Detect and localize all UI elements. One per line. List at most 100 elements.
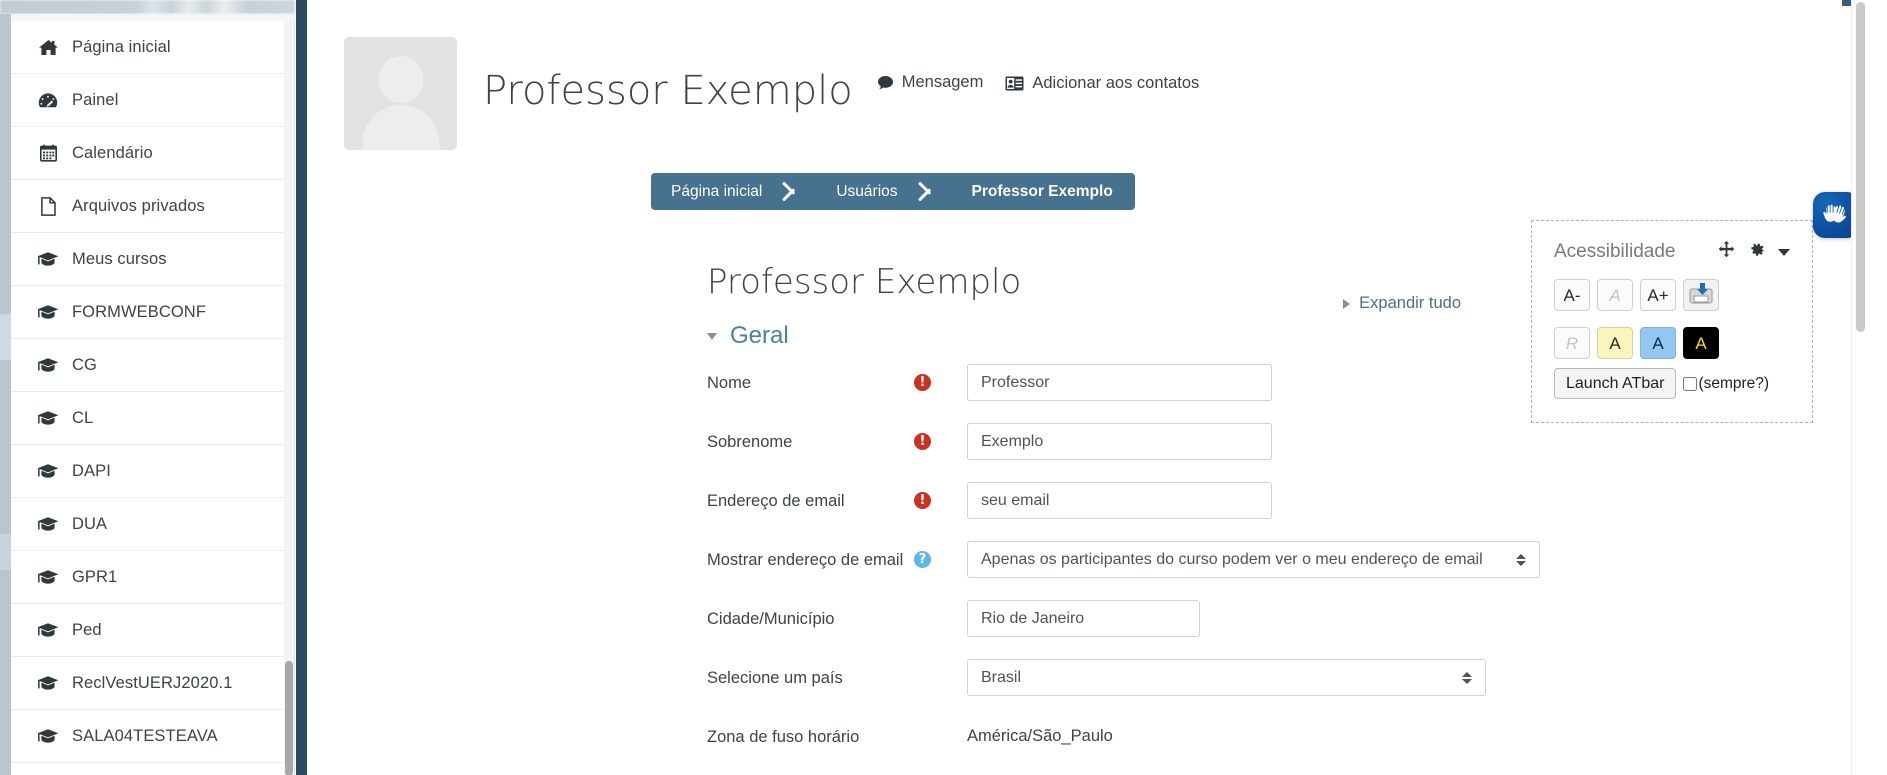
form-field-label: Mostrar endereço de email [707, 551, 904, 569]
launch-atbar-row: Launch ATbar (sempre?) [1554, 368, 1790, 399]
sidebar-item-dapi[interactable]: DAPI [11, 445, 294, 498]
accessibility-panel-title: Acessibilidade [1554, 241, 1676, 262]
reset-font-button[interactable]: A [1597, 279, 1633, 311]
form-row: Cidade/Município [707, 600, 1807, 659]
add-contact-link[interactable]: Adicionar aos contatos [1005, 74, 1199, 93]
move-icon[interactable] [1718, 241, 1735, 263]
expand-all-link[interactable]: Expandir tudo [1343, 294, 1461, 313]
sidebar-scrollbar-track[interactable] [284, 21, 294, 775]
contact-card-icon [1005, 76, 1024, 91]
section-header-geral[interactable]: Geral [707, 322, 789, 350]
breadcrumb-separator-1 [780, 173, 807, 210]
calendar-icon [37, 144, 59, 162]
page-root: Página inicial Painel Calendário Arquivos p… [0, 0, 1887, 775]
select-selecione-um-pa-s[interactable]: Brasil [967, 659, 1486, 696]
sidebar-item-meus-cursos[interactable]: Meus cursos [11, 233, 294, 286]
sidebar-item-label: FORMWEBCONF [72, 302, 207, 321]
input-nome[interactable] [967, 364, 1272, 401]
sidebar-item-label: CG [72, 355, 97, 374]
form-field-control [967, 423, 1807, 460]
gear-icon[interactable] [1748, 241, 1765, 263]
black-contrast-button[interactable]: A [1683, 327, 1719, 359]
breadcrumb-item-home[interactable]: Página inicial [651, 173, 781, 210]
always-launch-checkbox-label[interactable]: (sempre?) [1683, 375, 1769, 393]
sidebar-item-label: GPR1 [72, 567, 118, 586]
sidebar-item-label: Página inicial [72, 37, 171, 56]
form-row: Mostrar endereço de email? Apenas os part… [707, 541, 1807, 600]
page-scrollbar-track[interactable] [1851, 0, 1869, 775]
graduation-cap-icon [37, 675, 59, 691]
save-settings-button[interactable] [1683, 279, 1719, 311]
form-field-control [967, 482, 1807, 519]
select-selected-value: Apenas os participantes do curso podem v… [981, 550, 1483, 568]
breadcrumb-item-users[interactable]: Usuários [806, 173, 916, 210]
sidebar-item-formwebconf[interactable]: FORMWEBCONF [11, 286, 294, 339]
updown-caret-icon [1516, 553, 1526, 566]
page-scrollbar-thumb[interactable] [1856, 2, 1865, 332]
chevron-down-icon[interactable] [1778, 248, 1790, 256]
required-field-icon[interactable]: ! [914, 433, 931, 450]
avatar-head-shape [378, 56, 423, 103]
profile-form: Nome!Sobrenome!Endereço de email!Mostrar… [707, 364, 1807, 775]
graduation-cap-icon [37, 463, 59, 479]
speech-bubble-icon [877, 75, 894, 91]
file-icon [37, 196, 59, 216]
message-link[interactable]: Mensagem [877, 73, 983, 92]
form-field-flag: ? [914, 541, 967, 568]
decrease-font-button[interactable]: A- [1554, 279, 1590, 311]
chevron-right-icon [1343, 298, 1351, 309]
form-field-flag: ! [914, 364, 967, 391]
avatar[interactable] [344, 37, 457, 150]
required-field-icon[interactable]: ! [914, 492, 931, 509]
input-endere-o-de-email[interactable] [967, 482, 1272, 519]
sidebar-item-arquivos-privados[interactable]: Arquivos privados [11, 180, 294, 233]
form-row: Selecione um país Brasil [707, 659, 1807, 718]
sidebar-item-gpr1[interactable]: GPR1 [11, 551, 294, 604]
yellow-contrast-button[interactable]: A [1597, 327, 1633, 359]
left-gutter-highlight [0, 314, 11, 360]
profile-header: Professor Exemplo Mensagem Adicionar aos… [344, 37, 1199, 150]
sidebar-item-label: DUA [72, 514, 108, 533]
always-launch-checkbox[interactable] [1683, 376, 1698, 391]
form-field-flag: ! [914, 423, 967, 450]
form-row: Endereço de email! [707, 482, 1807, 541]
browser-chrome-strip [0, 0, 295, 14]
select-mostrar-endere-o-de-email[interactable]: Apenas os participantes do curso podem v… [967, 541, 1540, 578]
launch-atbar-button[interactable]: Launch ATbar [1554, 368, 1677, 399]
sidebar-item-reclvestuerj2020-1[interactable]: ReclVestUERJ2020.1 [11, 657, 294, 710]
graduation-cap-icon [37, 622, 59, 638]
sidebar-item-label: CL [72, 408, 94, 427]
profile-name-row: Professor Exemplo Mensagem Adicionar aos… [483, 37, 1199, 138]
sidebar-item-dua[interactable]: DUA [11, 498, 294, 551]
increase-font-button[interactable]: A+ [1640, 279, 1676, 311]
blue-contrast-button[interactable]: A [1640, 327, 1676, 359]
input-sobrenome[interactable] [967, 423, 1272, 460]
sidebar-item-calend-rio[interactable]: Calendário [11, 127, 294, 180]
input-cidade-munic-pio[interactable] [967, 600, 1200, 637]
font-size-button-row: A- A A+ [1554, 279, 1790, 311]
profile-fullname: Professor Exemplo [483, 67, 853, 114]
section-title: Geral [730, 322, 789, 349]
sidebar-scrollbar-thumb[interactable] [285, 661, 293, 775]
sidebar-item-p-gina-inicial[interactable]: Página inicial [11, 21, 294, 74]
sidebar-item-label: Arquivos privados [72, 196, 205, 215]
help-icon[interactable]: ? [914, 551, 931, 568]
sign-language-hands-icon [1821, 199, 1851, 232]
graduation-cap-icon [37, 357, 59, 373]
form-field-flag [914, 600, 967, 610]
static-value-timezone: América/São_Paulo [967, 727, 1113, 745]
graduation-cap-icon [37, 569, 59, 585]
sidebar-item-label: DAPI [72, 461, 111, 480]
sidebar-item-painel[interactable]: Painel [11, 74, 294, 127]
breadcrumb-item-current: Professor Exemplo [941, 173, 1135, 210]
contrast-button-row: RAAA [1554, 327, 1790, 359]
select-selected-value: Brasil [981, 668, 1022, 686]
sidebar-item-sala04testeava[interactable]: SALA04TESTEAVA [11, 710, 294, 763]
required-field-icon[interactable]: ! [914, 374, 931, 391]
sidebar-item-cg[interactable]: CG [11, 339, 294, 392]
form-field-control: Brasil [967, 659, 1807, 696]
sidebar-item-ped[interactable]: Ped [11, 604, 294, 657]
reset-contrast-button[interactable]: R [1554, 327, 1590, 359]
sidebar-item-cl[interactable]: CL [11, 392, 294, 445]
form-field-label: Cidade/Município [707, 610, 835, 628]
